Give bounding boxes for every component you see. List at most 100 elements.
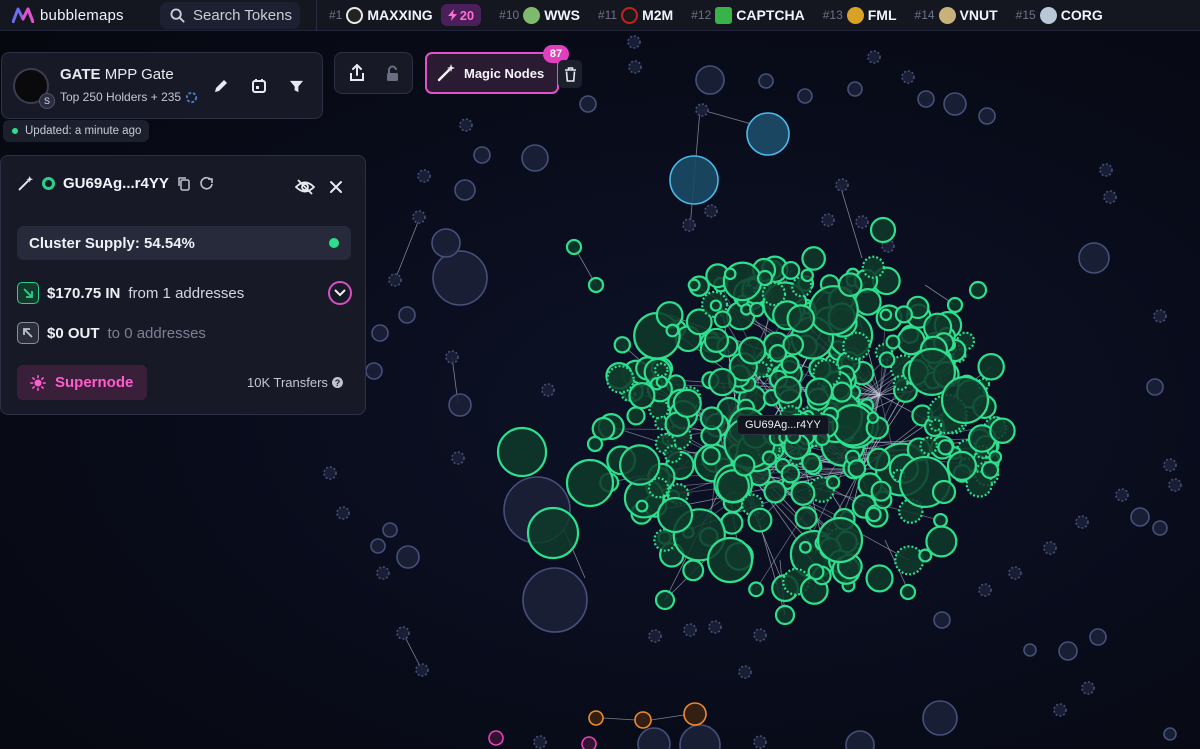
holder-bubble[interactable] (521, 144, 549, 172)
holder-bubble[interactable] (713, 310, 732, 329)
holder-bubble[interactable] (946, 450, 978, 481)
holder-bubble[interactable] (448, 393, 472, 417)
holder-bubble[interactable] (801, 246, 826, 271)
holder-bubble[interactable] (682, 218, 696, 232)
holder-bubble[interactable] (855, 215, 869, 229)
holder-bubble[interactable] (1023, 643, 1037, 657)
holder-bubble[interactable] (768, 344, 788, 363)
holder-bubble[interactable] (653, 362, 669, 378)
holder-bubble[interactable] (703, 327, 730, 353)
holder-bubble[interactable] (522, 567, 588, 633)
holder-bubble[interactable] (847, 81, 863, 97)
holder-bubble[interactable] (758, 73, 774, 89)
holder-bubble[interactable] (626, 406, 646, 426)
holder-bubble[interactable] (747, 507, 773, 533)
holder-bubble[interactable] (797, 88, 813, 104)
holder-bubble[interactable] (656, 496, 694, 534)
holder-bubble[interactable] (1168, 478, 1182, 492)
holder-bubble[interactable] (794, 506, 818, 530)
holder-bubble[interactable] (706, 536, 754, 584)
holder-bubble[interactable] (968, 280, 988, 300)
holder-bubble[interactable] (445, 350, 459, 364)
holder-bubble[interactable] (1163, 458, 1177, 472)
holder-bubble[interactable] (388, 273, 402, 287)
holder-bubble[interactable] (753, 735, 767, 749)
help-icon[interactable]: ? (331, 377, 343, 388)
external-link-icon[interactable] (199, 176, 214, 191)
holder-bubble[interactable] (825, 475, 841, 490)
ticker-item-captcha[interactable]: #12 CAPTCHA (691, 6, 805, 24)
holder-bubble[interactable] (749, 301, 765, 318)
holder-bubble[interactable] (807, 563, 825, 581)
holder-bubble[interactable] (804, 377, 834, 406)
holder-bubble[interactable] (663, 444, 683, 464)
holder-bubble[interactable] (865, 564, 894, 593)
holder-bubble[interactable] (800, 268, 814, 283)
holder-bubble[interactable] (606, 365, 635, 394)
holder-bubble[interactable] (918, 548, 933, 563)
ticker-item-maxxing[interactable]: #1 MAXXING 20 (329, 4, 482, 26)
holder-bubble[interactable] (396, 626, 410, 640)
holder-bubble[interactable] (1103, 190, 1117, 204)
magic-nodes-button[interactable]: Magic Nodes (425, 52, 559, 94)
holder-bubble[interactable] (682, 559, 705, 582)
holder-bubble[interactable] (415, 663, 429, 677)
holder-bubble[interactable] (753, 628, 767, 642)
holder-bubble[interactable] (683, 702, 707, 726)
boost-badge[interactable]: 20 (440, 4, 482, 26)
holder-bubble[interactable] (798, 540, 812, 554)
holder-bubble[interactable] (648, 629, 662, 643)
holder-bubble[interactable] (899, 583, 917, 601)
copy-icon[interactable] (177, 176, 191, 191)
holder-bubble[interactable] (885, 334, 901, 350)
holder-bubble[interactable] (376, 566, 390, 580)
holder-bubble[interactable] (978, 107, 996, 125)
ticker-item-m2m[interactable]: #11 M2M (598, 6, 673, 24)
holder-bubble[interactable] (894, 305, 913, 324)
holder-bubble[interactable] (738, 336, 767, 365)
holder-bubble[interactable] (565, 238, 583, 256)
holder-bubble[interactable] (398, 306, 416, 324)
holder-bubble[interactable] (454, 179, 476, 201)
holder-bubble[interactable] (588, 710, 604, 726)
holder-bubble[interactable] (1152, 520, 1168, 536)
holder-bubble[interactable] (1115, 488, 1129, 502)
holder-bubble[interactable] (931, 479, 957, 505)
holder-bubble[interactable] (943, 92, 967, 116)
search-tokens-button[interactable]: Search Tokens (160, 1, 300, 29)
holder-bubble[interactable] (704, 204, 718, 218)
edit-button[interactable] (210, 75, 232, 97)
holder-bubble[interactable] (695, 65, 725, 95)
holder-bubble[interactable] (654, 589, 676, 611)
holder-bubble[interactable] (669, 155, 719, 205)
holder-bubble[interactable] (917, 90, 935, 108)
holder-bubble[interactable] (946, 296, 964, 314)
holder-bubble[interactable] (683, 623, 697, 637)
holder-bubble[interactable] (1099, 163, 1113, 177)
holder-bubble[interactable] (801, 452, 822, 473)
holder-bubble[interactable] (1130, 507, 1150, 527)
holder-bubble[interactable] (773, 375, 802, 404)
holder-bubble[interactable] (837, 272, 863, 297)
holder-bubble[interactable] (586, 435, 604, 453)
holder-bubble[interactable] (370, 538, 386, 554)
holder-bubble[interactable] (761, 450, 778, 466)
holder-bubble[interactable] (451, 451, 465, 465)
holder-bubble[interactable] (365, 362, 383, 380)
holder-bubble[interactable] (637, 727, 671, 749)
holder-bubble[interactable] (816, 516, 864, 564)
holder-bubble[interactable] (382, 522, 398, 538)
holder-bubble[interactable] (878, 351, 896, 369)
app-logo[interactable]: bubblemaps (0, 7, 155, 24)
holder-bubble[interactable] (1075, 515, 1089, 529)
holder-bubble[interactable] (708, 620, 722, 634)
holder-bubble[interactable] (774, 604, 796, 626)
holder-bubble[interactable] (459, 118, 473, 132)
holder-bubble[interactable] (687, 278, 701, 292)
holder-bubble[interactable] (371, 324, 389, 342)
filter-button[interactable] (285, 75, 307, 97)
holder-bubble[interactable] (933, 512, 948, 528)
holder-bubble[interactable] (922, 700, 958, 736)
holder-bubble[interactable] (618, 444, 661, 486)
holder-bubble[interactable] (1081, 681, 1095, 695)
